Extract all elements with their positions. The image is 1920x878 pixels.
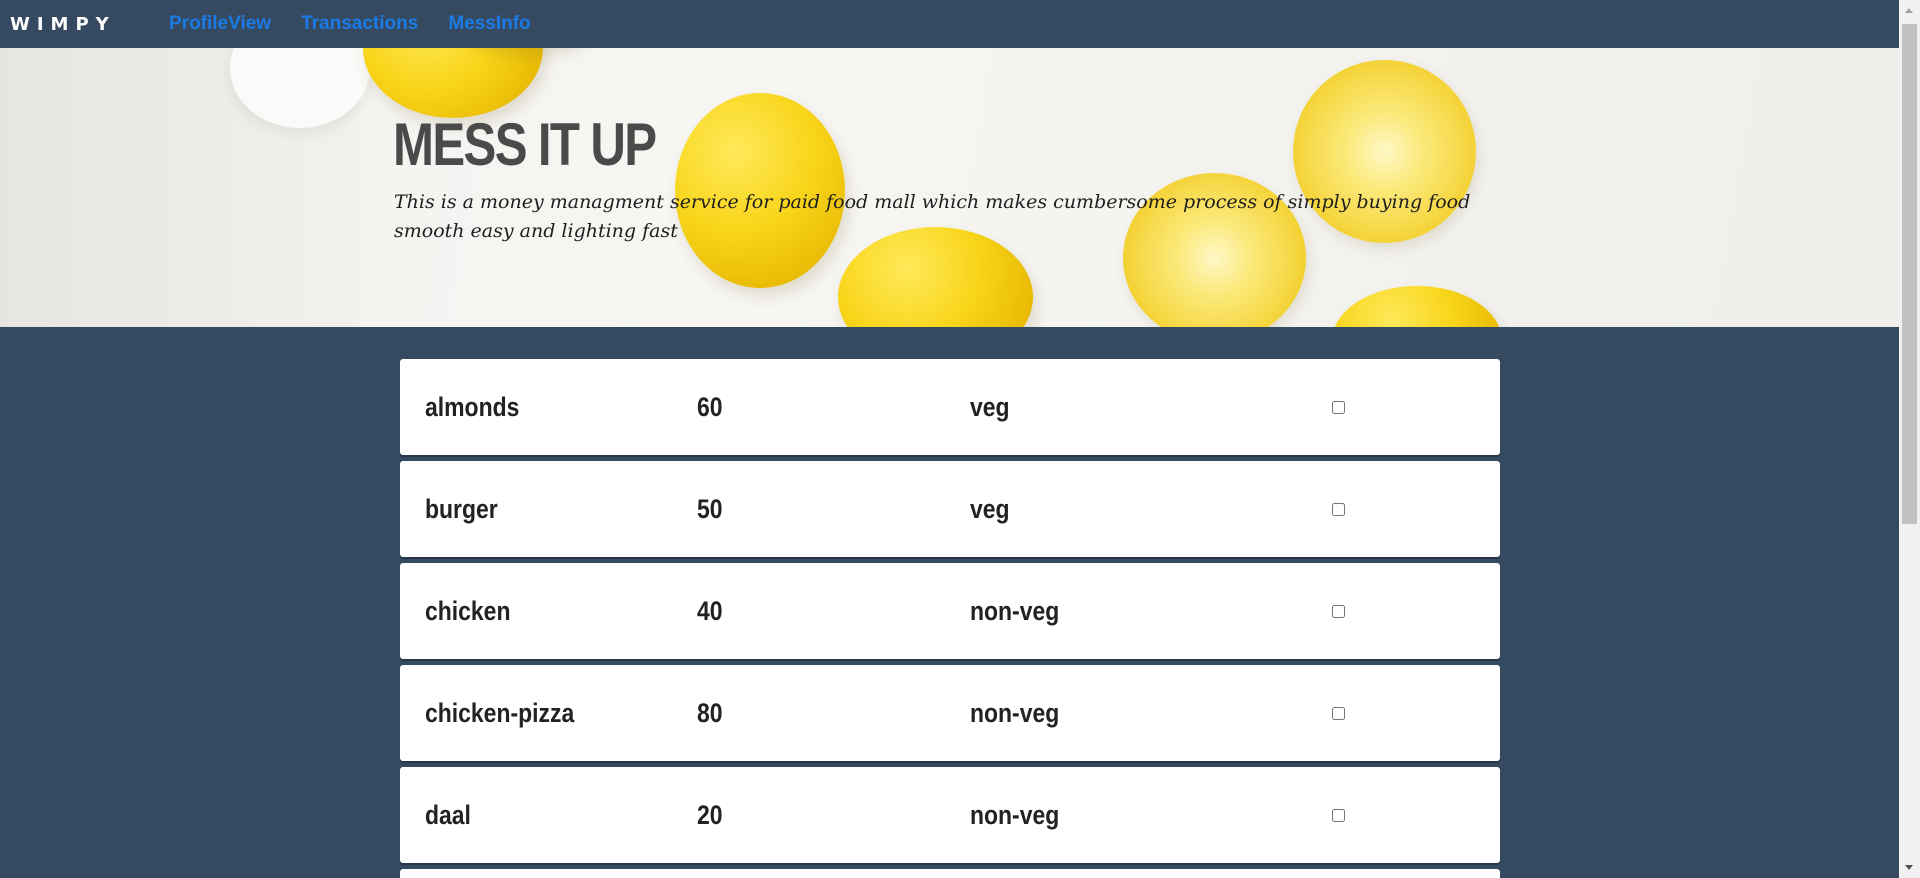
list-item: almonds 60 veg [400, 359, 1500, 455]
item-type: non-veg [970, 698, 1060, 728]
food-items-list: almonds 60 veg burger 50 veg chicken 40 … [400, 359, 1500, 878]
item-name: daal [425, 800, 471, 830]
scroll-down-arrow-icon[interactable] [1905, 865, 1913, 870]
scroll-up-arrow-icon[interactable] [1905, 8, 1913, 13]
item-name: chicken [425, 596, 511, 626]
item-name: almonds [425, 392, 520, 422]
brand-logo[interactable]: WIMPY [10, 14, 169, 35]
item-price: 40 [697, 596, 723, 626]
item-name: burger [425, 494, 498, 524]
item-select-checkbox[interactable] [1332, 503, 1345, 516]
top-navbar: WIMPY ProfileView Transactions MessInfo [0, 0, 1899, 48]
scrollbar-thumb[interactable] [1902, 24, 1917, 524]
item-type: non-veg [970, 800, 1060, 830]
hero-description: This is a money managment service for pa… [394, 191, 1471, 242]
list-item: chicken-pizza 80 non-veg [400, 665, 1500, 761]
item-select-checkbox[interactable] [1332, 401, 1345, 414]
item-type: non-veg [970, 596, 1060, 626]
list-item: burger 50 veg [400, 461, 1500, 557]
item-price: 60 [697, 392, 723, 422]
vertical-scrollbar[interactable] [1899, 0, 1920, 878]
lemon-top-left [363, 48, 543, 118]
item-type: veg [970, 392, 1010, 422]
list-item: daal 20 non-veg [400, 767, 1500, 863]
hero-banner: MESS IT UP This is a money managment ser… [0, 48, 1899, 327]
nav-link-profileview[interactable]: ProfileView [169, 13, 271, 35]
lemon-bottom-right [1332, 286, 1502, 327]
list-item-partial [400, 869, 1500, 878]
hero-title: MESS IT UP [393, 111, 657, 178]
item-select-checkbox[interactable] [1332, 707, 1345, 720]
item-name: chicken-pizza [425, 698, 575, 728]
item-price: 20 [697, 800, 723, 830]
item-select-checkbox[interactable] [1332, 605, 1345, 618]
item-type: veg [970, 494, 1010, 524]
nav-link-transactions[interactable]: Transactions [301, 13, 418, 35]
page: WIMPY ProfileView Transactions MessInfo … [0, 0, 1920, 878]
item-select-checkbox[interactable] [1332, 809, 1345, 822]
list-item: chicken 40 non-veg [400, 563, 1500, 659]
nav-link-messinfo[interactable]: MessInfo [448, 13, 530, 35]
item-price: 80 [697, 698, 723, 728]
item-price: 50 [697, 494, 723, 524]
